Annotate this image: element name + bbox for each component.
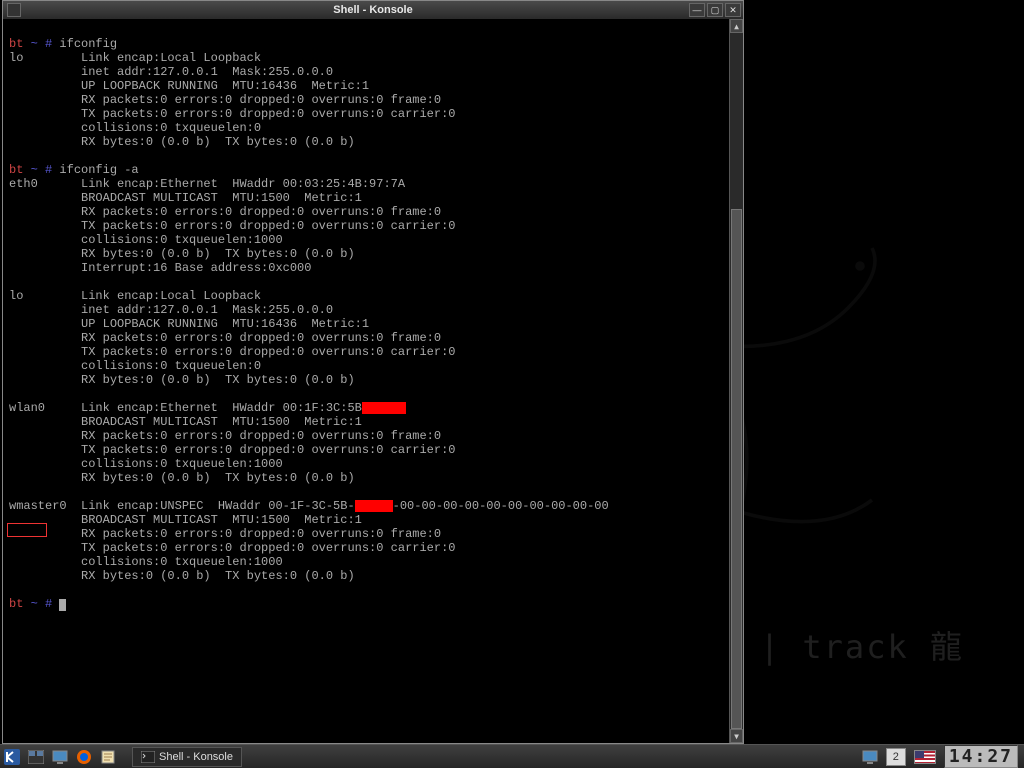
clock[interactable]: 14:27 — [944, 745, 1018, 768]
terminal-scrollbar[interactable]: ▲ ▼ — [729, 19, 743, 743]
out-line: inet addr:127.0.0.1 Mask:255.0.0.0 — [9, 65, 333, 79]
redacted-mac — [362, 402, 406, 414]
prompt-host: bt — [9, 597, 23, 611]
out-line: collisions:0 txqueuelen:0 — [9, 121, 261, 135]
out-line: eth0 Link encap:Ethernet HWaddr 00:03:25… — [9, 177, 405, 191]
task-label: Shell - Konsole — [159, 751, 233, 763]
out-line: -00-00-00-00-00-00-00-00-00-00 — [393, 499, 609, 513]
prompt-path: ~ # — [23, 597, 59, 611]
out-line: collisions:0 txqueuelen:1000 — [9, 233, 283, 247]
out-line: lo Link encap:Local Loopback — [9, 51, 261, 65]
command-2: ifconfig -a — [59, 163, 138, 177]
firefox-button[interactable] — [74, 747, 94, 767]
titlebar[interactable]: Shell - Konsole — ▢ ✕ — [3, 1, 743, 19]
out-line: RX bytes:0 (0.0 b) TX bytes:0 (0.0 b) — [9, 247, 355, 261]
taskbar: Shell - Konsole 2 14:27 — [0, 744, 1024, 768]
out-line: RX bytes:0 (0.0 b) TX bytes:0 (0.0 b) — [9, 569, 355, 583]
prompt-host: bt — [9, 163, 23, 177]
out-line: RX bytes:0 (0.0 b) TX bytes:0 (0.0 b) — [9, 135, 355, 149]
out-line: TX packets:0 errors:0 dropped:0 overruns… — [9, 345, 455, 359]
terminal-output[interactable]: bt ~ # ifconfig lo Link encap:Local Loop… — [3, 19, 743, 743]
out-line: TX packets:0 errors:0 dropped:0 overruns… — [9, 219, 455, 233]
close-button[interactable]: ✕ — [725, 3, 741, 17]
konsole-window: Shell - Konsole — ▢ ✕ bt ~ # ifconfig lo… — [2, 0, 744, 744]
out-line: BROADCAST MULTICAST MTU:1500 Metric:1 — [9, 415, 362, 429]
out-line: TX packets:0 errors:0 dropped:0 overruns… — [9, 107, 455, 121]
command-1: ifconfig — [59, 37, 117, 51]
out-line: RX packets:0 errors:0 dropped:0 overruns… — [9, 331, 441, 345]
maximize-button[interactable]: ▢ — [707, 3, 723, 17]
out-line: TX packets:0 errors:0 dropped:0 overruns… — [9, 541, 455, 555]
taskbar-separator — [122, 747, 128, 767]
out-line: inet addr:127.0.0.1 Mask:255.0.0.0 — [9, 303, 333, 317]
notes-button[interactable] — [98, 747, 118, 767]
window-title: Shell - Konsole — [333, 4, 412, 16]
out-line: RX packets:0 errors:0 dropped:0 overruns… — [9, 527, 441, 541]
out-line: collisions:0 txqueuelen:0 — [9, 359, 261, 373]
task-konsole[interactable]: Shell - Konsole — [132, 747, 242, 767]
redacted-mac — [355, 500, 393, 512]
desktop-pager[interactable]: 2 — [886, 748, 906, 766]
window-icon — [7, 3, 21, 17]
keyboard-layout-us[interactable] — [914, 750, 936, 764]
display-button[interactable] — [50, 747, 70, 767]
out-line: TX packets:0 errors:0 dropped:0 overruns… — [9, 443, 455, 457]
prompt-path: ~ # — [23, 163, 59, 177]
out-line: UP LOOPBACK RUNNING MTU:16436 Metric:1 — [9, 79, 369, 93]
out-line: UP LOOPBACK RUNNING MTU:16436 Metric:1 — [9, 317, 369, 331]
show-desktop-button[interactable] — [26, 747, 46, 767]
prompt-path: ~ # — [23, 37, 59, 51]
terminal-icon — [141, 751, 155, 763]
tray-display-icon[interactable] — [860, 747, 880, 767]
out-line: RX packets:0 errors:0 dropped:0 overruns… — [9, 205, 441, 219]
prompt-host: bt — [9, 37, 23, 51]
out-line: collisions:0 txqueuelen:1000 — [9, 457, 283, 471]
out-line: wmaster0 Link encap:UNSPEC HWaddr 00-1F-… — [9, 499, 355, 513]
out-line: lo Link encap:Local Loopback — [9, 289, 261, 303]
scroll-down-button[interactable]: ▼ — [730, 729, 743, 743]
scroll-thumb[interactable] — [731, 209, 742, 729]
minimize-button[interactable]: — — [689, 3, 705, 17]
out-line: collisions:0 txqueuelen:1000 — [9, 555, 283, 569]
out-line: RX bytes:0 (0.0 b) TX bytes:0 (0.0 b) — [9, 373, 355, 387]
out-line: wlan0 Link encap:Ethernet HWaddr 00:1F:3… — [9, 401, 362, 415]
cursor — [59, 599, 66, 611]
scroll-up-button[interactable]: ▲ — [730, 19, 743, 33]
kmenu-button[interactable] — [2, 747, 22, 767]
out-line: Interrupt:16 Base address:0xc000 — [9, 261, 311, 275]
out-line: RX bytes:0 (0.0 b) TX bytes:0 (0.0 b) — [9, 471, 355, 485]
out-line: RX packets:0 errors:0 dropped:0 overruns… — [9, 429, 441, 443]
out-line: RX packets:0 errors:0 dropped:0 overruns… — [9, 93, 441, 107]
out-line: BROADCAST MULTICAST MTU:1500 Metric:1 — [9, 513, 362, 527]
out-line: BROADCAST MULTICAST MTU:1500 Metric:1 — [9, 191, 362, 205]
